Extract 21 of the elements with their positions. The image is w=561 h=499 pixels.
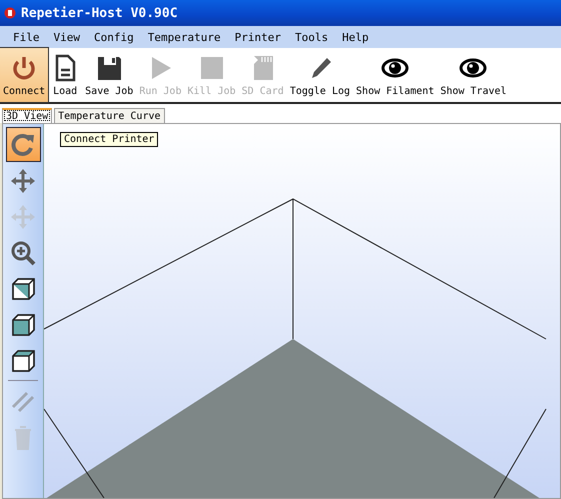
move-object-icon bbox=[9, 202, 37, 230]
tab[interactable]: 3D View bbox=[2, 108, 52, 123]
menu-item[interactable]: File bbox=[6, 30, 46, 44]
toolbar-button[interactable]: Connect bbox=[0, 48, 48, 102]
menu-item[interactable]: Temperature bbox=[140, 30, 228, 44]
window-title: Repetier-Host V0.90C bbox=[21, 6, 178, 20]
toolbar-button[interactable]: Show Filament bbox=[353, 48, 438, 102]
zoom-icon bbox=[9, 238, 37, 266]
toolbar-button[interactable]: Save Job bbox=[82, 48, 136, 102]
menu-item[interactable]: Help bbox=[335, 30, 376, 44]
toolbar-button[interactable]: Show Travel bbox=[437, 48, 510, 102]
toolbar-button[interactable]: Toggle Log bbox=[286, 48, 354, 102]
menu-item[interactable]: Tools bbox=[288, 30, 336, 44]
menu-item[interactable]: Config bbox=[87, 30, 141, 44]
toolbar-button[interactable]: Load bbox=[48, 48, 82, 102]
tab[interactable]: Temperature Curve bbox=[54, 108, 165, 123]
app-icon bbox=[4, 7, 16, 19]
move-arrows-icon bbox=[9, 166, 37, 194]
menu-item[interactable]: Printer bbox=[228, 30, 288, 44]
menu-item[interactable]: View bbox=[46, 30, 87, 44]
tooltip: Connect Printer bbox=[60, 132, 158, 147]
